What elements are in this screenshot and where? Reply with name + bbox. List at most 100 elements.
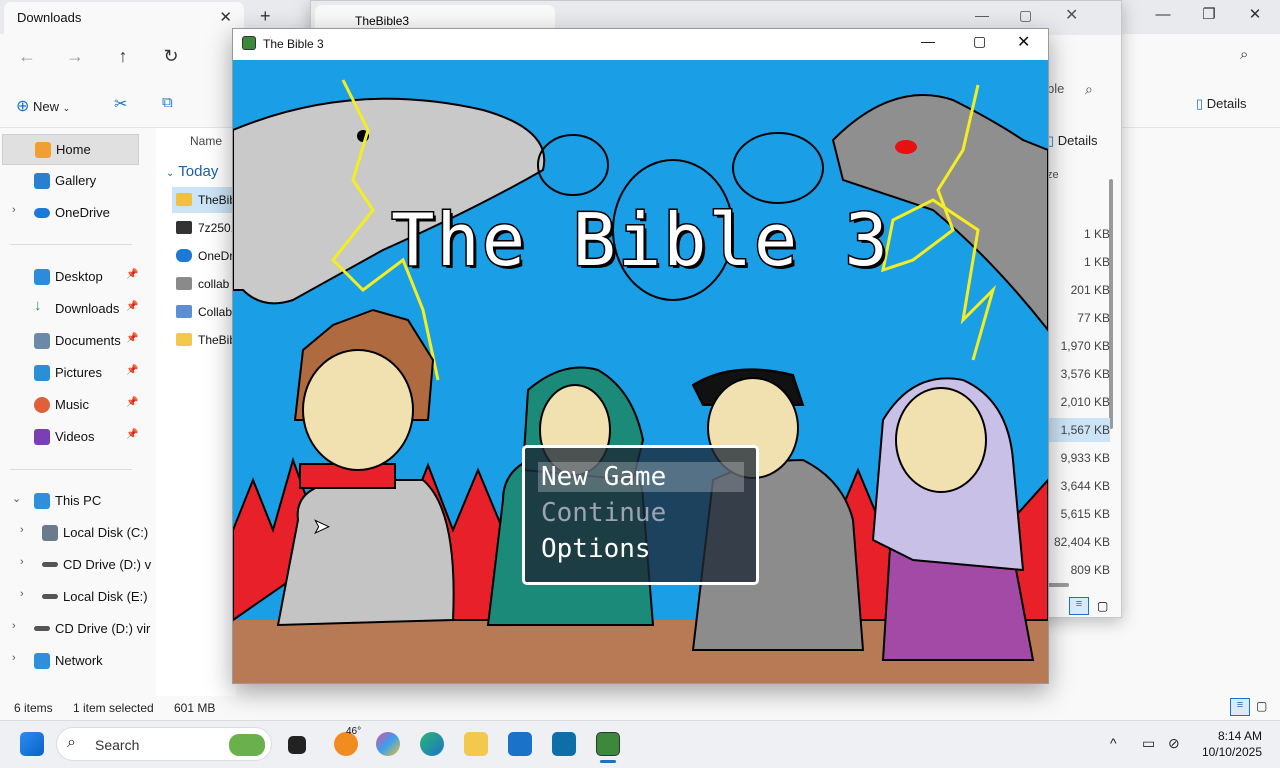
maximize-button[interactable]: ❐: [1186, 0, 1232, 32]
drive-icon: [42, 525, 58, 541]
close-tab-icon[interactable]: ✕: [219, 8, 232, 26]
maximize-button[interactable]: ▢: [973, 33, 986, 50]
sidebar-item-desktop[interactable]: Desktop 📌: [0, 262, 148, 292]
column-header-name[interactable]: Name: [190, 134, 222, 148]
sidebar-item-local-disk-e[interactable]: › Local Disk (E:): [0, 582, 148, 612]
cloud-icon: [34, 208, 50, 218]
clock-time[interactable]: 8:14 AM: [1204, 729, 1262, 743]
chevron-right-icon[interactable]: ›: [20, 588, 24, 600]
mouse-cursor-icon: ➤: [313, 516, 331, 539]
sidebar-item-cd-drive-2[interactable]: › CD Drive (D:) vir: [0, 614, 150, 644]
horizontal-scrollbar[interactable]: [1047, 583, 1069, 587]
game-canvas[interactable]: The Bible 3 New Game Continue Options ➤: [233, 60, 1048, 683]
file-size: 1 KB: [1083, 227, 1110, 241]
details-button[interactable]: ▯ Details: [1047, 133, 1098, 149]
chevron-right-icon[interactable]: ›: [12, 652, 16, 664]
sidebar-item-gallery[interactable]: Gallery: [0, 166, 148, 196]
sidebar-item-this-pc[interactable]: ⌄ This PC: [0, 486, 148, 516]
game-window[interactable]: The Bible 3 — ▢ ✕ The Bible 3 New Game C…: [232, 28, 1049, 684]
sketch-head-2: [732, 132, 824, 204]
chevron-right-icon[interactable]: ›: [12, 620, 16, 632]
zip-folder-icon: [176, 193, 192, 206]
menu-new-game[interactable]: New Game: [538, 462, 744, 492]
file-size: 3,644 KB: [1060, 479, 1110, 493]
the-bible-3-taskbar-icon[interactable]: [596, 732, 620, 756]
tab-downloads[interactable]: Downloads ✕: [4, 2, 244, 34]
details-view-icon[interactable]: ≡: [1230, 698, 1250, 716]
file-size-selected[interactable]: 1,567 KB: [1048, 418, 1110, 442]
close-button[interactable]: ✕: [1017, 32, 1030, 52]
refresh-icon[interactable]: ↻: [160, 46, 182, 67]
cut-icon[interactable]: ✂: [114, 94, 127, 114]
chevron-down-icon[interactable]: ⌄: [12, 492, 21, 505]
game-title-bar[interactable]: The Bible 3 — ▢ ✕: [233, 29, 1048, 60]
new-button[interactable]: ⊕ New ⌄: [16, 96, 70, 116]
copilot-icon[interactable]: [376, 732, 400, 756]
tiles-view-icon[interactable]: ▢: [1097, 599, 1108, 613]
scrollbar-thumb[interactable]: [1109, 179, 1113, 429]
chevron-right-icon[interactable]: ›: [12, 204, 16, 216]
start-button[interactable]: [20, 732, 44, 756]
microsoft-store-icon[interactable]: [508, 732, 532, 756]
tab-label: Downloads: [17, 10, 82, 25]
list-item[interactable]: collab: [172, 271, 236, 297]
maximize-button[interactable]: ▢: [1019, 7, 1032, 24]
taskbar-search[interactable]: ⌕ Search: [56, 727, 272, 761]
forward-arrow-icon[interactable]: →: [64, 46, 86, 67]
edge-browser-icon[interactable]: [420, 732, 444, 756]
title-screen-artwork: [233, 79, 1048, 683]
list-item[interactable]: TheBib: [172, 327, 236, 353]
hero-4-face: [895, 387, 987, 493]
details-button[interactable]: ▯ Details: [1196, 96, 1247, 112]
minimize-button[interactable]: —: [975, 7, 989, 23]
tiles-view-icon[interactable]: ▢: [1256, 699, 1267, 713]
drive-icon: [34, 626, 50, 631]
chevron-right-icon[interactable]: ›: [20, 524, 24, 536]
details-view-icon[interactable]: ≡: [1069, 597, 1089, 615]
menu-continue[interactable]: Continue: [541, 498, 666, 528]
group-header-today[interactable]: ⌄ Today: [166, 163, 218, 180]
sketch-head-1: [537, 134, 609, 196]
list-item[interactable]: Collab: [172, 299, 236, 325]
sidebar-item-pictures[interactable]: Pictures 📌: [0, 358, 148, 388]
close-button[interactable]: ✕: [1065, 5, 1078, 25]
network-icon: [34, 653, 50, 669]
list-item[interactable]: OneDr: [172, 243, 236, 269]
search-icon[interactable]: ⌕: [1240, 46, 1248, 63]
sidebar-item-videos[interactable]: Videos 📌: [0, 422, 148, 452]
volume-muted-icon[interactable]: ⊘: [1168, 735, 1180, 752]
menu-options[interactable]: Options: [541, 534, 651, 564]
minimize-button[interactable]: —: [1140, 0, 1186, 32]
up-arrow-icon[interactable]: ↑: [112, 46, 134, 67]
copy-icon[interactable]: ⧉: [162, 94, 173, 111]
sidebar-item-music[interactable]: Music 📌: [0, 390, 148, 420]
sidebar-item-local-disk-c[interactable]: › Local Disk (C:): [0, 518, 148, 548]
minimize-button[interactable]: —: [921, 33, 935, 49]
chevron-right-icon[interactable]: ›: [20, 556, 24, 568]
task-view-icon[interactable]: [288, 736, 306, 754]
back-arrow-icon[interactable]: ←: [16, 46, 38, 67]
network-status-icon[interactable]: ▭: [1142, 735, 1155, 752]
clock-date[interactable]: 10/10/2025: [1194, 745, 1262, 759]
list-item[interactable]: 7z2501: [172, 215, 236, 241]
pin-icon: 📌: [126, 269, 139, 280]
app-icon[interactable]: [552, 732, 576, 756]
sidebar-item-onedrive[interactable]: › OneDrive: [0, 198, 148, 228]
file-explorer-icon[interactable]: [464, 732, 488, 756]
search-icon[interactable]: ⌕: [1085, 81, 1093, 98]
title-menu: New Game Continue Options: [522, 445, 759, 585]
sidebar-item-home[interactable]: Home: [2, 134, 139, 165]
close-button[interactable]: ✕: [1232, 0, 1278, 32]
sidebar-item-network[interactable]: › Network: [0, 646, 148, 676]
hero-1-body: [276, 479, 455, 627]
new-tab-button[interactable]: +: [260, 6, 271, 27]
sidebar-item-cd-drive[interactable]: › CD Drive (D:) v: [0, 550, 151, 580]
chevron-up-icon[interactable]: ^: [1110, 735, 1117, 751]
divider: [10, 469, 132, 470]
home-icon: [35, 142, 51, 158]
sidebar-item-documents[interactable]: Documents 📌: [0, 326, 148, 356]
breadcrumb[interactable]: ble: [1047, 81, 1064, 96]
list-item[interactable]: TheBib: [172, 187, 236, 213]
sidebar-item-downloads[interactable]: ↓ Downloads 📌: [0, 294, 148, 324]
file-icon: [176, 277, 192, 290]
